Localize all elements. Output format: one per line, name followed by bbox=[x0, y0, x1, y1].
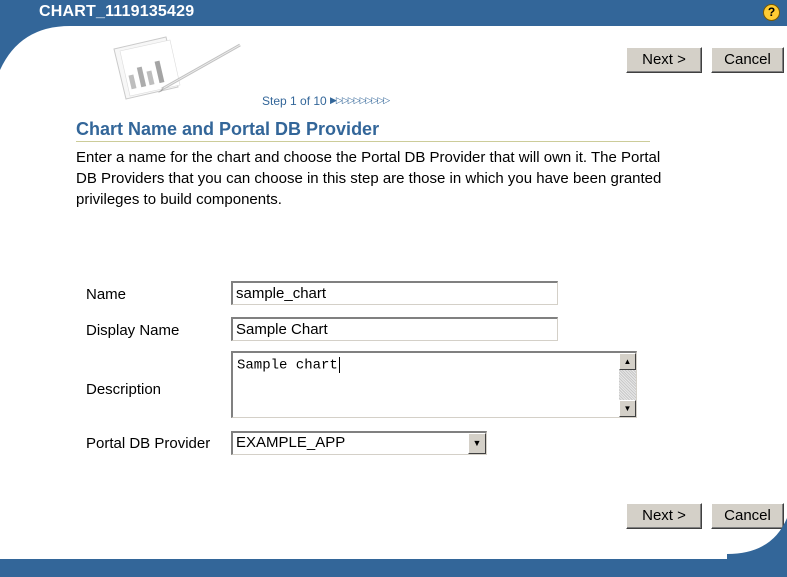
description-scrollbar[interactable]: ▲ ▼ bbox=[619, 353, 636, 417]
portal-db-provider-label: Portal DB Provider bbox=[86, 435, 211, 452]
wizard-page: CHART_1119135429 ? Next > Cancel Step 1 … bbox=[0, 0, 787, 577]
step-indicator: Step 1 of 10 bbox=[262, 94, 327, 108]
page-title: CHART_1119135429 bbox=[39, 3, 195, 20]
section-divider bbox=[76, 141, 650, 142]
scroll-down-arrow-icon[interactable]: ▼ bbox=[619, 400, 636, 417]
name-input[interactable]: sample_chart bbox=[231, 281, 558, 305]
section-intro-text: Enter a name for the chart and choose th… bbox=[76, 149, 662, 208]
footer-curve-decoration bbox=[727, 518, 787, 560]
help-icon[interactable]: ? bbox=[763, 4, 780, 21]
description-value: Sample chart bbox=[237, 357, 338, 374]
dropdown-arrow-icon[interactable]: ▼ bbox=[468, 433, 486, 454]
display-name-input[interactable]: Sample Chart bbox=[231, 317, 558, 341]
step-progress-arrows: ▶▷▷▷▷▷▷▷▷▷ bbox=[330, 95, 390, 105]
description-textarea[interactable]: Sample chart ▲ ▼ bbox=[231, 351, 637, 418]
portal-db-provider-select[interactable]: EXAMPLE_APP ▼ bbox=[231, 431, 487, 455]
portal-db-provider-value: EXAMPLE_APP bbox=[236, 434, 346, 451]
section-title: Chart Name and Portal DB Provider bbox=[76, 119, 380, 139]
text-cursor-icon bbox=[338, 357, 340, 373]
cancel-button-top[interactable]: Cancel bbox=[711, 47, 784, 73]
header-curve-decoration bbox=[0, 20, 70, 70]
footer-bar bbox=[0, 559, 787, 577]
name-label: Name bbox=[86, 286, 127, 303]
display-name-label: Display Name bbox=[86, 322, 180, 339]
description-label: Description bbox=[86, 381, 162, 398]
next-button-bottom[interactable]: Next > bbox=[626, 503, 702, 529]
next-button-top[interactable]: Next > bbox=[626, 47, 702, 73]
chart-wizard-illustration bbox=[113, 36, 241, 100]
scroll-up-arrow-icon[interactable]: ▲ bbox=[619, 353, 636, 370]
description-text: Sample chart bbox=[237, 357, 340, 374]
